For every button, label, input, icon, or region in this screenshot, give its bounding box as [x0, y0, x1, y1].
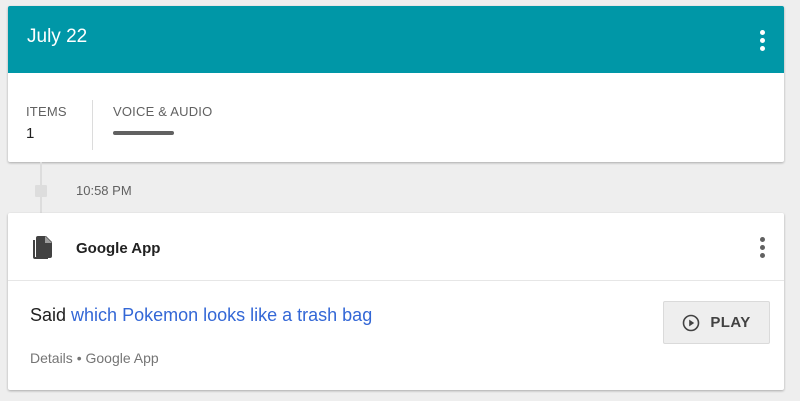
items-label: ITEMS: [26, 104, 67, 119]
play-button[interactable]: PLAY: [663, 301, 770, 344]
details-source: Google App: [85, 350, 159, 366]
day-stats: ITEMS 1 VOICE & AUDIO: [8, 73, 784, 162]
play-circle-icon: [683, 314, 700, 331]
details-line: Details • Google App: [30, 350, 159, 366]
said-prefix: Said: [30, 305, 67, 325]
query-link[interactable]: which Pokemon looks like a trash bag: [71, 305, 372, 325]
details-separator: •: [76, 350, 82, 366]
documents-icon: [33, 236, 52, 259]
items-count: 1: [26, 125, 35, 142]
stats-divider: [92, 100, 93, 150]
activity-app-name: Google App: [76, 240, 161, 257]
details-link[interactable]: Details: [30, 350, 73, 366]
more-vert-icon[interactable]: [754, 232, 770, 262]
voice-audio-label: VOICE & AUDIO: [113, 104, 213, 119]
date-header: July 22: [8, 6, 784, 73]
voice-audio-bar: [113, 131, 174, 135]
activity-card: Google App Said which Pokemon looks like…: [8, 213, 784, 390]
play-label: PLAY: [710, 314, 751, 331]
timeline-node: [35, 185, 47, 197]
activity-time: 10:58 PM: [76, 183, 132, 198]
activity-card-header: Google App: [8, 213, 784, 281]
voice-audio-stat: VOICE & AUDIO: [113, 104, 212, 135]
items-stat: ITEMS 1: [26, 104, 67, 142]
date-title: July 22: [27, 26, 88, 47]
day-summary-card: July 22 ITEMS 1 VOICE & AUDIO: [8, 6, 784, 162]
said-line: Said which Pokemon looks like a trash ba…: [30, 305, 372, 326]
more-vert-icon[interactable]: [754, 25, 770, 55]
